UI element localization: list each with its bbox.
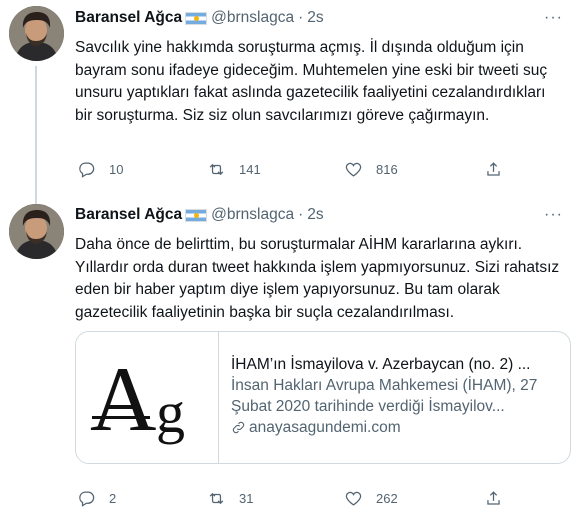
card-domain-text: anayasagundemi.com bbox=[249, 419, 401, 436]
author-handle[interactable]: @brnslagca bbox=[211, 206, 294, 224]
retweet-count: 31 bbox=[239, 490, 254, 506]
retweet-icon bbox=[209, 492, 224, 504]
reply-icon bbox=[79, 491, 95, 507]
retweet-count: 141 bbox=[239, 161, 261, 177]
link-icon bbox=[232, 421, 245, 434]
svg-text:g: g bbox=[156, 380, 185, 445]
thread-connector-line bbox=[35, 66, 37, 207]
card-domain: anayasagundemi.com bbox=[231, 417, 560, 438]
tweet-header: Baransel Ağca @brnslagca · 2s bbox=[75, 206, 324, 224]
like-count: 816 bbox=[376, 161, 398, 177]
argentina-flag-icon bbox=[185, 208, 208, 222]
heart-icon bbox=[345, 491, 362, 506]
like-button[interactable]: 262 bbox=[344, 489, 484, 508]
separator-dot: · bbox=[298, 206, 304, 223]
argentina-flag-icon bbox=[185, 11, 208, 25]
more-icon[interactable]: ··· bbox=[544, 9, 563, 27]
reply-count: 2 bbox=[109, 490, 117, 506]
tweet-timestamp[interactable]: 2s bbox=[307, 9, 323, 27]
tweet-actions: 10 141 816 bbox=[77, 159, 507, 179]
retweet-button[interactable]: 31 bbox=[207, 489, 344, 508]
reply-icon bbox=[79, 162, 95, 178]
more-icon[interactable]: ··· bbox=[544, 206, 563, 224]
retweet-button[interactable]: 141 bbox=[207, 160, 344, 179]
svg-text:A: A bbox=[90, 348, 156, 450]
retweet-icon bbox=[209, 163, 224, 175]
reply-button[interactable]: 10 bbox=[77, 160, 207, 179]
heart-icon bbox=[345, 162, 362, 177]
avatar[interactable] bbox=[9, 6, 64, 61]
card-thumbnail: A g bbox=[76, 332, 219, 463]
author-handle[interactable]: @brnslagca bbox=[211, 9, 294, 27]
avatar[interactable] bbox=[9, 204, 64, 259]
tweet[interactable]: Baransel Ağca @brnslagca · 2s ··· Savcıl… bbox=[0, 0, 581, 207]
tweet-header: Baransel Ağca @brnslagca · 2s bbox=[75, 9, 324, 27]
separator-dot: · bbox=[298, 9, 304, 26]
like-count: 262 bbox=[376, 490, 398, 506]
share-icon bbox=[487, 490, 500, 505]
card-body: İHAM’ın İsmayilova v. Azerbaycan (no. 2)… bbox=[219, 332, 570, 463]
author-name[interactable]: Baransel Ağca bbox=[75, 9, 182, 27]
ag-logo-icon: A g bbox=[90, 348, 185, 450]
reply-button[interactable]: 2 bbox=[77, 489, 207, 508]
like-button[interactable]: 816 bbox=[344, 160, 484, 179]
tweet-text: Daha önce de belirttim, bu soruşturmalar… bbox=[75, 236, 560, 321]
tweet[interactable]: Baransel Ağca @brnslagca · 2s ··· Daha ö… bbox=[0, 197, 581, 517]
tweet-text: Savcılık yine hakkımda soruşturma açmış.… bbox=[75, 39, 548, 124]
card-title: İHAM’ın İsmayilova v. Azerbaycan (no. 2)… bbox=[231, 356, 531, 373]
author-name[interactable]: Baransel Ağca bbox=[75, 206, 182, 224]
link-preview-card[interactable]: A g İHAM’ın İsmayilova v. Azerbaycan (no… bbox=[75, 331, 571, 464]
tweet-timestamp[interactable]: 2s bbox=[307, 206, 323, 224]
share-icon bbox=[487, 161, 500, 176]
share-button[interactable] bbox=[484, 489, 503, 508]
card-description: İnsan Hakları Avrupa Mahkemesi (İHAM), 2… bbox=[231, 377, 538, 415]
reply-count: 10 bbox=[109, 161, 124, 177]
tweet-actions: 2 31 262 bbox=[77, 488, 507, 508]
share-button[interactable] bbox=[484, 160, 503, 179]
